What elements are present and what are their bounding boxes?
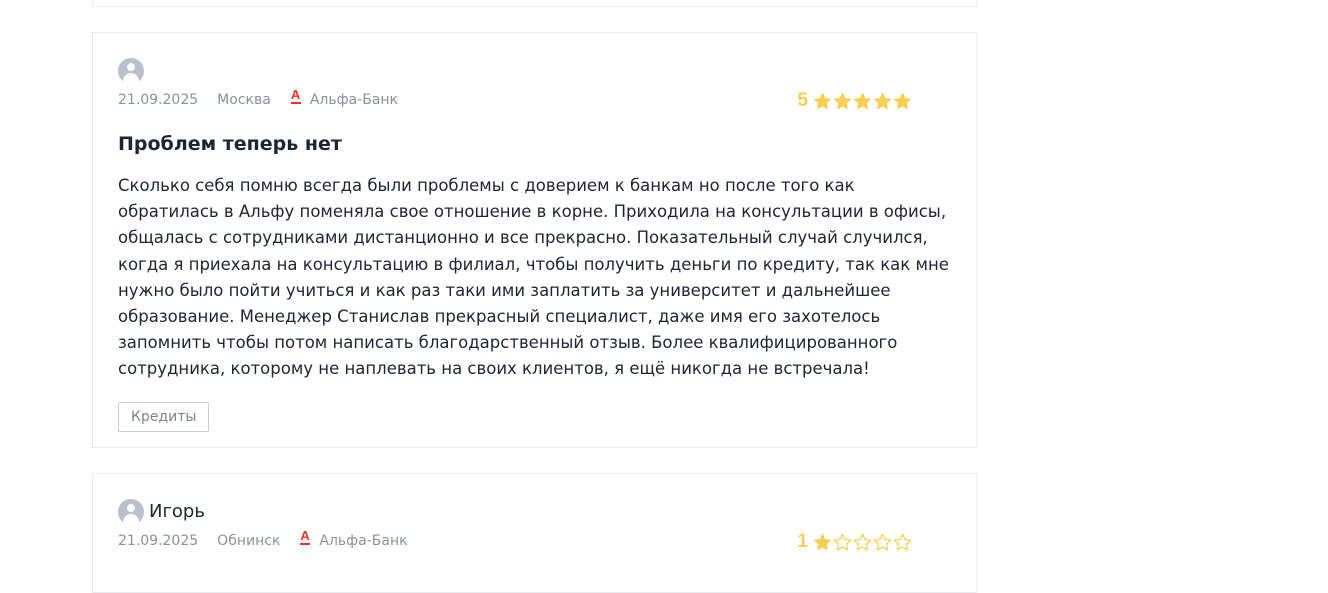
review-rating: 5 [797,90,912,112]
rating-value: 1 [797,531,808,552]
star-filled-icon [873,92,892,109]
star-outline-icon [833,533,852,550]
tag-credits-button[interactable]: Кредиты [118,402,210,432]
bank-link[interactable]: A Альфа-Банк [290,87,398,108]
star-outline-icon [853,533,872,550]
review-title[interactable]: Проблем теперь нет [118,133,342,155]
review-date: 21.09.2025 [118,92,199,108]
star-filled-icon [813,533,832,550]
review-author: Игорь [149,501,205,522]
review-card: Игорь 21.09.2025 Обнинск A Альфа-Банк 1 [92,473,977,593]
review-text: Сколько себя помню всегда были проблемы … [118,176,949,379]
review-meta: 21.09.2025 Москва A Альфа-Банк [118,87,398,109]
star-outline-icon [873,533,892,550]
star-filled-icon [813,92,832,109]
avatar-icon [118,499,144,525]
review-card-previous [92,0,977,7]
avatar-icon [118,58,144,84]
rating-value: 5 [797,90,808,111]
star-outline-icon [893,533,912,550]
alfa-bank-logo-icon: A [290,87,301,104]
bank-name: Альфа-Банк [309,92,398,108]
review-card: 21.09.2025 Москва A Альфа-Банк 5 Проблем… [92,32,977,448]
review-city: Москва [217,92,271,108]
review-rating: 1 [797,531,912,553]
star-filled-icon [853,92,872,109]
star-filled-icon [833,92,852,109]
star-filled-icon [893,92,912,109]
alfa-bank-logo-icon: A [300,528,311,545]
